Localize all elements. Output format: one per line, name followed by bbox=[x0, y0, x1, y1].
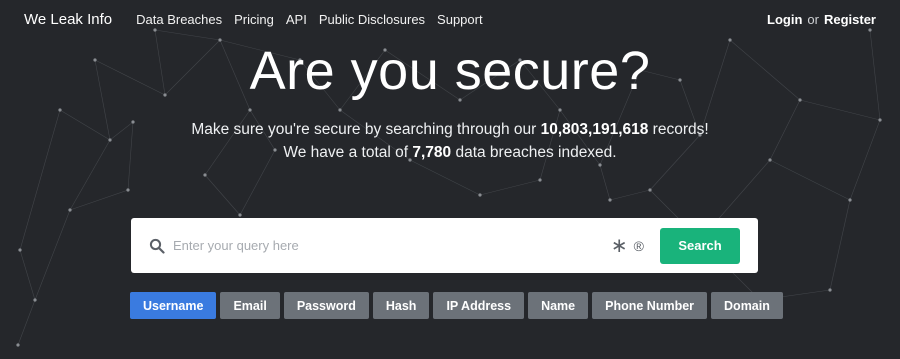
wildcard-toggle-icon[interactable]: ∗ bbox=[611, 236, 628, 256]
auth-links: Login or Register bbox=[767, 12, 876, 27]
tab-password[interactable]: Password bbox=[283, 292, 369, 319]
search-button[interactable]: Search bbox=[660, 227, 740, 264]
tab-ip-address[interactable]: IP Address bbox=[433, 292, 525, 319]
search-icon bbox=[149, 238, 165, 254]
network-node bbox=[126, 188, 130, 192]
tab-hash[interactable]: Hash bbox=[372, 292, 430, 319]
network-line bbox=[409, 159, 481, 196]
nav-links: Data Breaches Pricing API Public Disclos… bbox=[136, 12, 482, 27]
network-line bbox=[204, 174, 241, 216]
or-separator: or bbox=[807, 11, 819, 27]
tab-email[interactable]: Email bbox=[220, 292, 280, 319]
network-node bbox=[238, 213, 242, 217]
network-node bbox=[608, 198, 612, 202]
network-line bbox=[599, 164, 611, 201]
nav-link-public-disclosures[interactable]: Public Disclosures bbox=[319, 12, 425, 27]
network-line bbox=[769, 159, 851, 201]
nav-link-support[interactable]: Support bbox=[437, 12, 483, 27]
network-node bbox=[538, 178, 542, 182]
network-line bbox=[19, 249, 36, 301]
login-link[interactable]: Login bbox=[767, 12, 802, 27]
network-node bbox=[18, 248, 22, 252]
network-node bbox=[338, 108, 342, 112]
network-node bbox=[558, 108, 562, 112]
network-line bbox=[69, 189, 129, 211]
tab-phone-number[interactable]: Phone Number bbox=[592, 292, 708, 319]
breaches-prefix: We have a total of bbox=[283, 144, 413, 161]
network-node bbox=[203, 173, 207, 177]
network-line bbox=[829, 199, 851, 291]
network-node bbox=[16, 343, 20, 347]
network-node bbox=[648, 188, 652, 192]
tab-name[interactable]: Name bbox=[528, 292, 589, 319]
tab-domain[interactable]: Domain bbox=[711, 292, 783, 319]
network-line bbox=[609, 189, 651, 201]
network-node bbox=[33, 298, 37, 302]
search-type-tabs: Username Email Password Hash IP Address … bbox=[130, 292, 783, 319]
records-suffix: records! bbox=[648, 121, 709, 138]
network-line bbox=[479, 179, 541, 196]
breach-count: 7,780 bbox=[412, 144, 452, 161]
network-line bbox=[204, 109, 251, 176]
network-node bbox=[478, 193, 482, 197]
breaches-suffix: data breaches indexed. bbox=[451, 144, 617, 161]
record-count: 10,803,191,618 bbox=[540, 121, 649, 138]
network-line bbox=[34, 209, 71, 301]
tab-username[interactable]: Username bbox=[130, 292, 217, 319]
top-navbar: We Leak Info Data Breaches Pricing API P… bbox=[0, 0, 900, 38]
nav-link-data-breaches[interactable]: Data Breaches bbox=[136, 12, 222, 27]
network-node bbox=[828, 288, 832, 292]
hero-subtitle-records: Make sure you're secure by searching thr… bbox=[0, 121, 900, 139]
network-node bbox=[58, 108, 62, 112]
network-line bbox=[799, 99, 881, 121]
brand-logo[interactable]: We Leak Info bbox=[24, 11, 112, 28]
nav-link-pricing[interactable]: Pricing bbox=[234, 12, 274, 27]
search-box: ∗ ® Search bbox=[131, 218, 758, 273]
nav-link-api[interactable]: API bbox=[286, 12, 307, 27]
network-line bbox=[17, 299, 36, 346]
records-prefix: Make sure you're secure by searching thr… bbox=[191, 121, 541, 138]
hero-subtitle-breaches: We have a total of 7,780 data breaches i… bbox=[0, 144, 900, 162]
hero-title: Are you secure? bbox=[249, 41, 651, 101]
network-node bbox=[848, 198, 852, 202]
network-node bbox=[248, 108, 252, 112]
search-input[interactable] bbox=[173, 238, 611, 253]
register-link[interactable]: Register bbox=[824, 12, 876, 27]
network-node bbox=[68, 208, 72, 212]
regex-toggle-icon[interactable]: ® bbox=[634, 238, 644, 254]
network-node bbox=[598, 163, 602, 167]
